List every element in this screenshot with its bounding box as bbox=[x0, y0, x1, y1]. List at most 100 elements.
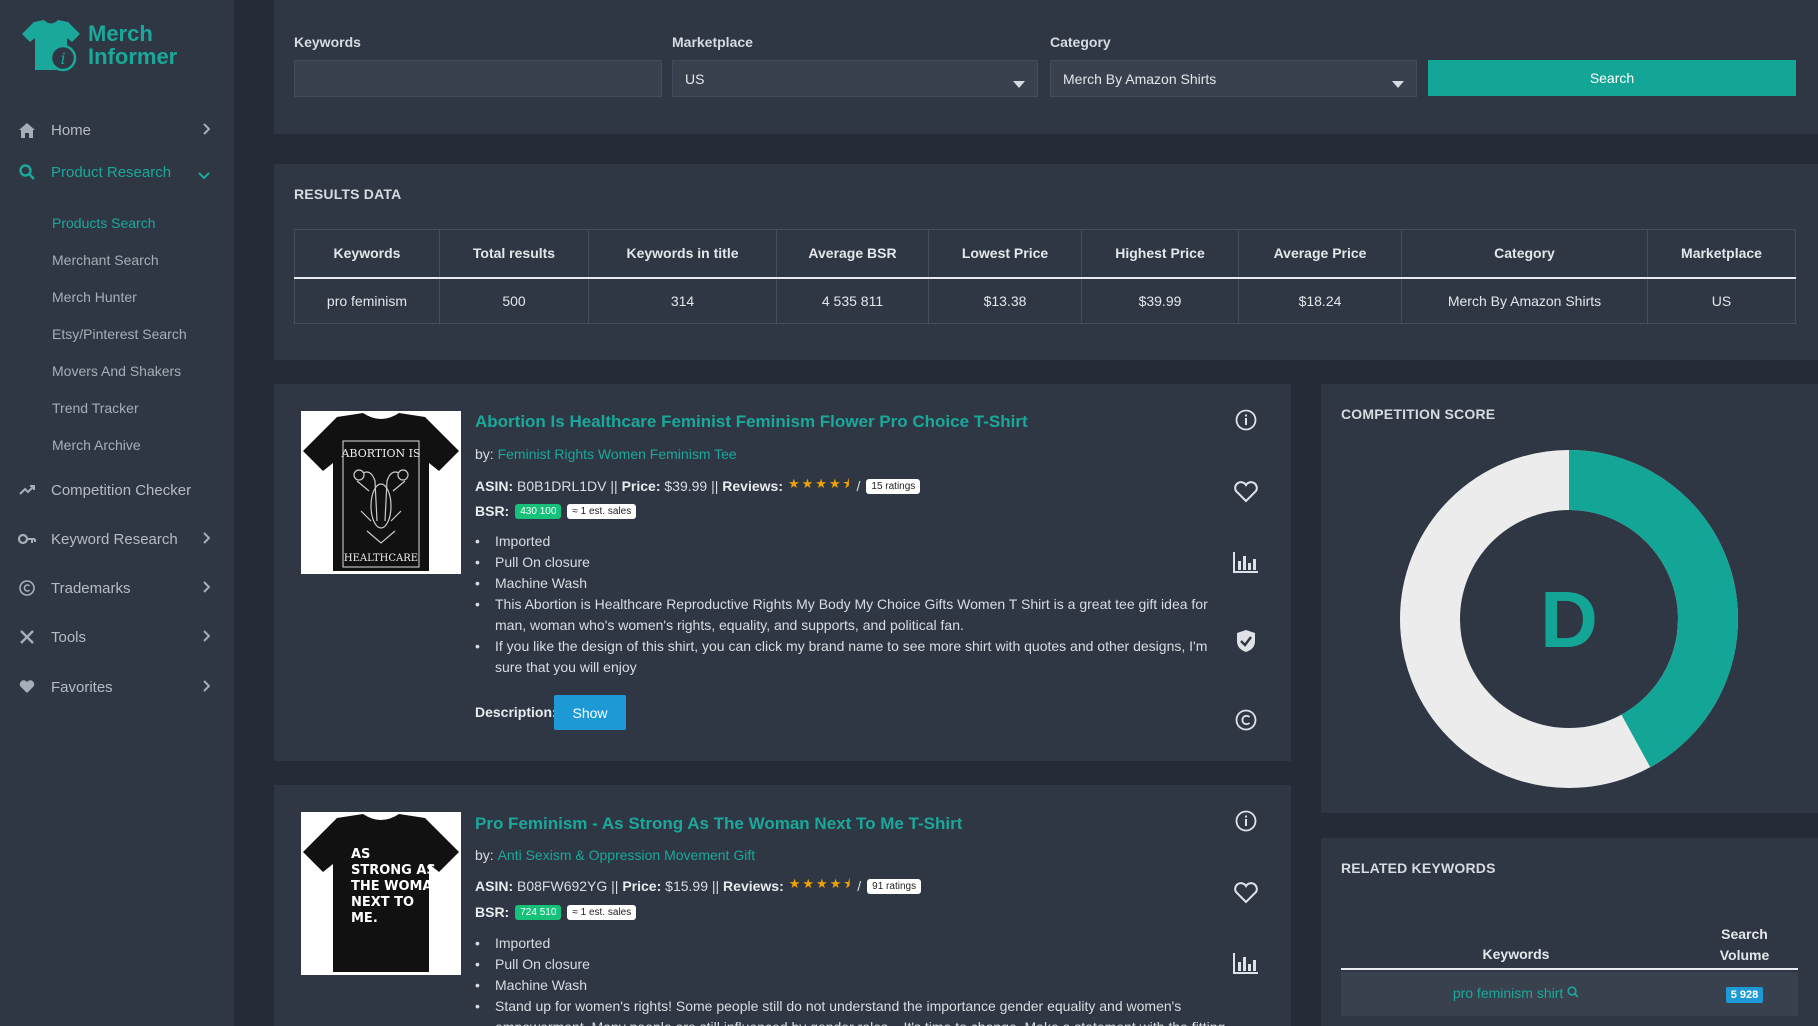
chevron-right-icon bbox=[202, 531, 211, 548]
price-label: Price: bbox=[622, 878, 662, 894]
keywords-input[interactable] bbox=[294, 60, 662, 97]
nav-product-research[interactable]: Product Research bbox=[0, 152, 234, 192]
results-header-cell: Keywords bbox=[294, 229, 440, 279]
star-rating-icon: ★★★★⯨ bbox=[788, 876, 853, 891]
list-item: Machine Wash bbox=[475, 975, 1235, 996]
product-title[interactable]: Pro Feminism - As Strong As The Woman Ne… bbox=[475, 814, 962, 834]
asin-label: ASIN: bbox=[475, 478, 514, 494]
nav-tools[interactable]: Tools bbox=[0, 617, 234, 657]
logo-line1: Merch bbox=[88, 21, 153, 46]
product-image[interactable]: ABORTION IS HEALTHCARE bbox=[301, 411, 461, 574]
nav-product-research-label: Product Research bbox=[51, 163, 172, 181]
results-title: RESULTS DATA bbox=[294, 186, 402, 202]
list-item: If you like the design of this shirt, yo… bbox=[475, 636, 1235, 678]
keywords-label: Keywords bbox=[294, 34, 361, 50]
related-keywords-title: RELATED KEYWORDS bbox=[1341, 860, 1496, 876]
results-header-cell: Highest Price bbox=[1081, 229, 1239, 279]
related-keywords-panel: RELATED KEYWORDS Keywords Search Volume … bbox=[1321, 838, 1818, 1026]
show-description-button[interactable]: Show bbox=[554, 695, 626, 730]
shield-check-icon[interactable] bbox=[1232, 627, 1260, 655]
related-col-volume-line1: Search bbox=[1721, 926, 1768, 942]
marketplace-label: Marketplace bbox=[672, 34, 753, 50]
info-icon[interactable] bbox=[1232, 807, 1260, 835]
list-item: Machine Wash bbox=[475, 573, 1235, 594]
subnav-merch-hunter[interactable]: Merch Hunter bbox=[52, 289, 137, 305]
home-icon bbox=[18, 121, 36, 139]
table-row[interactable]: pro feminism shirt 5 928 bbox=[1341, 972, 1798, 1016]
table-cell: $18.24 bbox=[1238, 277, 1402, 324]
info-icon[interactable] bbox=[1232, 406, 1260, 434]
chevron-right-icon bbox=[202, 679, 211, 696]
copyright-icon[interactable] bbox=[1232, 706, 1260, 734]
key-icon bbox=[18, 530, 36, 548]
subnav-etsy-pinterest-search[interactable]: Etsy/Pinterest Search bbox=[52, 326, 187, 342]
nav-trademarks[interactable]: Trademarks bbox=[0, 568, 234, 608]
results-header-row: Keywords Total results Keywords in title… bbox=[294, 229, 1796, 279]
caret-down-icon bbox=[1013, 75, 1025, 91]
list-item: Imported bbox=[475, 531, 1235, 552]
bar-chart-icon[interactable] bbox=[1232, 548, 1260, 576]
asin-value: B0B1DRL1DV bbox=[517, 478, 607, 494]
results-header-cell: Keywords in title bbox=[588, 229, 777, 279]
results-header-cell: Average Price bbox=[1238, 229, 1402, 279]
sidebar: i Merch Informer Home Product Research P… bbox=[0, 0, 234, 1026]
brand-link[interactable]: Anti Sexism & Oppression Movement Gift bbox=[498, 847, 756, 863]
by-label: by: bbox=[475, 446, 494, 462]
list-item: Stand up for women's rights! Some people… bbox=[475, 996, 1235, 1026]
list-item: This Abortion is Healthcare Reproductive… bbox=[475, 594, 1235, 636]
nav-competition-checker[interactable]: Competition Checker bbox=[0, 470, 234, 510]
trend-icon bbox=[18, 481, 36, 499]
est-sales-badge: ≈ 1 est. sales bbox=[567, 503, 637, 519]
competition-grade: D bbox=[1540, 575, 1598, 664]
table-cell: $39.99 bbox=[1081, 277, 1239, 324]
tools-icon bbox=[18, 628, 36, 646]
results-header-cell: Lowest Price bbox=[928, 229, 1082, 279]
search-icon bbox=[18, 163, 36, 181]
product-image[interactable]: AS STRONG AS THE WOMAN NEXT TO ME. bbox=[301, 812, 461, 975]
related-keyword-text: pro feminism shirt bbox=[1452, 985, 1564, 1001]
table-cell: 4 535 811 bbox=[776, 277, 929, 324]
product-title[interactable]: Abortion Is Healthcare Feminist Feminism… bbox=[475, 412, 1028, 432]
nav-tools-label: Tools bbox=[51, 628, 87, 646]
subnav-products-search[interactable]: Products Search bbox=[52, 215, 156, 231]
marketplace-value: US bbox=[685, 70, 705, 87]
product-card: AS STRONG AS THE WOMAN NEXT TO ME. Pro F… bbox=[274, 785, 1291, 1026]
tshirt-image: AS STRONG AS THE WOMAN NEXT TO ME. bbox=[301, 812, 461, 975]
star-rating-icon: ★★★★⯨ bbox=[787, 476, 852, 491]
subnav-trend-tracker[interactable]: Trend Tracker bbox=[52, 400, 139, 416]
category-select[interactable]: Merch By Amazon Shirts bbox=[1050, 60, 1417, 97]
subnav-merch-archive[interactable]: Merch Archive bbox=[52, 437, 141, 453]
nav-home[interactable]: Home bbox=[0, 110, 234, 150]
bsr-badge: 430 100 bbox=[515, 503, 562, 519]
nav-home-label: Home bbox=[51, 121, 92, 139]
shirt-text-bottom: HEALTHCARE bbox=[344, 553, 418, 564]
logo-line2: Informer bbox=[88, 44, 178, 69]
table-row: pro feminism 500 314 4 535 811 $13.38 $3… bbox=[294, 277, 1796, 324]
search-button[interactable]: Search bbox=[1428, 60, 1796, 96]
shirt-text-line: AS bbox=[351, 847, 370, 862]
marketplace-select[interactable]: US bbox=[672, 60, 1038, 97]
nav-favorites[interactable]: Favorites bbox=[0, 667, 234, 707]
subnav-merchant-search[interactable]: Merchant Search bbox=[52, 252, 159, 268]
heart-icon bbox=[18, 678, 36, 696]
heart-icon[interactable] bbox=[1232, 879, 1260, 907]
price-label: Price: bbox=[621, 478, 661, 494]
bar-chart-icon[interactable] bbox=[1232, 949, 1260, 977]
results-header-cell: Average BSR bbox=[776, 229, 929, 279]
bsr-label: BSR: bbox=[475, 503, 510, 519]
subnav-movers-and-shakers[interactable]: Movers And Shakers bbox=[52, 363, 181, 379]
asin-label: ASIN: bbox=[475, 878, 514, 894]
nav-keyword-research[interactable]: Keyword Research bbox=[0, 519, 234, 559]
shirt-text-line: STRONG AS bbox=[351, 863, 436, 878]
chevron-right-icon bbox=[202, 580, 211, 597]
related-col-volume: Search Volume bbox=[1691, 924, 1798, 966]
bsr-label: BSR: bbox=[475, 904, 510, 920]
related-keyword-link[interactable]: pro feminism shirt bbox=[1341, 985, 1691, 1001]
feature-list: Imported Pull On closure Machine Wash St… bbox=[475, 933, 1235, 1026]
app-logo[interactable]: i Merch Informer bbox=[20, 18, 190, 74]
copyright-icon bbox=[18, 579, 36, 597]
category-value: Merch By Amazon Shirts bbox=[1063, 70, 1217, 87]
brand-link[interactable]: Feminist Rights Women Feminism Tee bbox=[498, 446, 737, 462]
heart-icon[interactable] bbox=[1232, 478, 1260, 506]
shirt-text-line: THE WOMAN bbox=[351, 879, 443, 894]
